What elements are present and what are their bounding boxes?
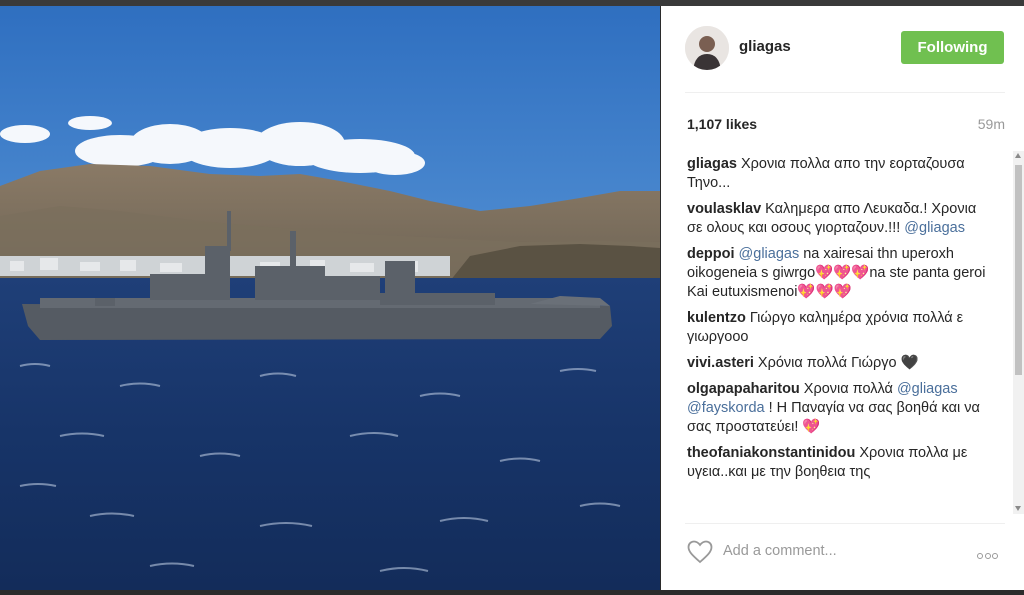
following-button[interactable]: Following — [901, 31, 1004, 64]
comment-item: kulentzo Γιώργο καλημέρα χρόνια πολλά ε γ… — [687, 309, 987, 347]
likes-count[interactable]: 1,107 likes — [687, 116, 757, 132]
comment-text: Χρονια πολλά — [803, 381, 897, 397]
comment-username[interactable]: kulentzo — [687, 310, 746, 326]
scroll-up-arrow-icon[interactable] — [1015, 153, 1021, 158]
comment-item: vivi.asteri Χρόνια πολλά Γιώργο 🖤 — [687, 354, 987, 373]
comment-mention[interactable]: @gliagas — [904, 220, 965, 236]
comment-mention[interactable]: @gliagas — [739, 246, 800, 262]
comment-item: olgapapaharitou Χρονια πολλά @gliagas @fa… — [687, 380, 987, 437]
scroll-down-arrow-icon[interactable] — [1015, 506, 1021, 511]
comment-username[interactable]: gliagas — [687, 156, 737, 172]
comment-username[interactable]: vivi.asteri — [687, 355, 754, 371]
comment-item: gliagas Χρονια πολλα απο την εορταζουσα Τ… — [687, 155, 987, 193]
comments-scrollbar[interactable] — [1013, 151, 1024, 514]
comment-username[interactable]: theofaniakonstantinidou — [687, 445, 855, 461]
comment-username[interactable]: deppoi — [687, 246, 735, 262]
post-photo[interactable] — [0, 6, 660, 590]
scroll-thumb[interactable] — [1015, 165, 1022, 375]
comment-item: voulasklav Καλημερα απο Λευκαδα.! Χρονια … — [687, 200, 987, 238]
post-footer — [661, 524, 1024, 590]
avatar[interactable] — [685, 26, 729, 70]
comment-item: theofaniakonstantinidou Χρονια πολλα με υ… — [687, 444, 987, 482]
heart-icon[interactable] — [687, 540, 713, 564]
bottom-bar — [0, 590, 1024, 595]
more-options-icon[interactable] — [977, 546, 1005, 559]
post-username[interactable]: gliagas — [739, 38, 791, 55]
comment-username[interactable]: olgapapaharitou — [687, 381, 800, 397]
comment-username[interactable]: voulasklav — [687, 201, 761, 217]
ship-photo-image — [0, 6, 660, 590]
comment-input[interactable] — [723, 540, 953, 562]
post-time[interactable]: 59m — [978, 116, 1005, 132]
comment-text: Χρόνια πολλά Γιώργο 🖤 — [757, 355, 919, 371]
post-side-panel: gliagas Following 1,107 likes 59m gliaga… — [661, 6, 1024, 590]
comments-list: gliagas Χρονια πολλα απο την εορταζουσα Τ… — [687, 155, 987, 515]
comment-item: deppoi @gliagas na xairesai thn uperoxh o… — [687, 245, 987, 302]
divider — [685, 92, 1005, 93]
post-header: gliagas Following — [661, 6, 1024, 93]
